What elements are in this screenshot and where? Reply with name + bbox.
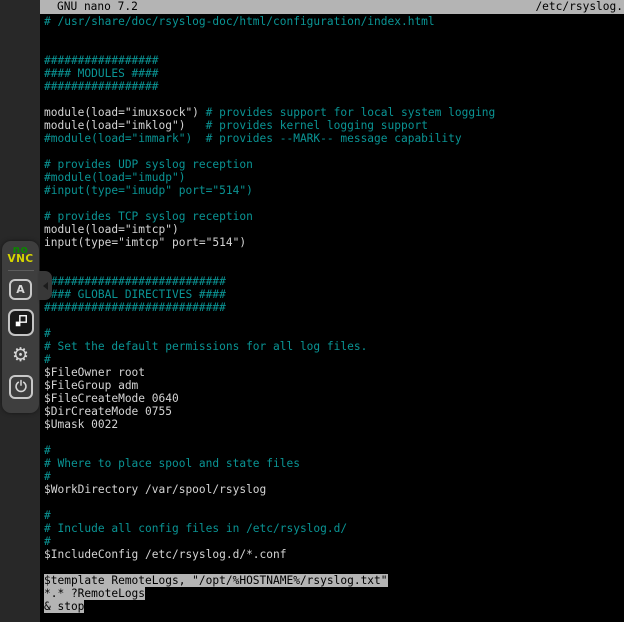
terminal-line	[44, 496, 624, 509]
terminal-line: input(type="imtcp" port="514")	[44, 236, 624, 249]
terminal-line: $Umask 0022	[44, 418, 624, 431]
novnc-logo: no VNC	[7, 246, 33, 264]
terminal-line	[44, 262, 624, 275]
terminal-line: #### GLOBAL DIRECTIVES ####	[44, 288, 624, 301]
terminal-line	[44, 431, 624, 444]
terminal-line: module(load="imtcp")	[44, 223, 624, 236]
terminal-line	[44, 41, 624, 54]
settings-button[interactable]: ⚙	[9, 343, 33, 368]
terminal-line: & stop	[44, 600, 624, 613]
terminal-line: # Set the default permissions for all lo…	[44, 340, 624, 353]
terminal-line: #################	[44, 54, 624, 67]
terminal-line: $FileGroup adm	[44, 379, 624, 392]
terminal-content[interactable]: # /usr/share/doc/rsyslog-doc/html/config…	[40, 14, 624, 613]
terminal-line	[44, 314, 624, 327]
terminal-line: # /usr/share/doc/rsyslog-doc/html/config…	[44, 15, 624, 28]
terminal-line: # Include all config files in /etc/rsysl…	[44, 522, 624, 535]
terminal-line: # Where to place spool and state files	[44, 457, 624, 470]
terminal-line: $FileOwner root	[44, 366, 624, 379]
nano-filename-label: /etc/rsyslog.	[535, 0, 623, 14]
chevron-left-icon	[43, 282, 48, 290]
nano-version-label: GNU nano 7.2	[57, 0, 138, 14]
gear-icon: ⚙	[12, 343, 29, 368]
terminal-line: ###########################	[44, 301, 624, 314]
terminal-line: #	[44, 444, 624, 457]
terminal-line: $FileCreateMode 0640	[44, 392, 624, 405]
terminal-line: module(load="imklog") # provides kernel …	[44, 119, 624, 132]
terminal-line: module(load="imuxsock") # provides suppo…	[44, 106, 624, 119]
keyboard-key-icon: A	[16, 283, 25, 296]
terminal-line	[44, 145, 624, 158]
terminal-line	[44, 561, 624, 574]
terminal-line: #module(load="imudp")	[44, 171, 624, 184]
terminal-line: #	[44, 327, 624, 340]
terminal-line	[44, 28, 624, 41]
keyboard-button[interactable]: A	[9, 279, 32, 300]
terminal-line: ###########################	[44, 275, 624, 288]
fullscreen-icon	[14, 314, 28, 331]
power-icon	[14, 379, 28, 396]
terminal-line: #################	[44, 80, 624, 93]
terminal-line: #	[44, 353, 624, 366]
terminal-line	[44, 197, 624, 210]
terminal-line	[44, 249, 624, 262]
terminal-window: GNU nano 7.2 /etc/rsyslog. # /usr/share/…	[40, 0, 624, 622]
terminal-line: $DirCreateMode 0755	[44, 405, 624, 418]
terminal-line: # provides UDP syslog reception	[44, 158, 624, 171]
panel-collapse-handle[interactable]	[39, 271, 52, 300]
terminal-line: $template RemoteLogs, "/opt/%HOSTNAME%/r…	[44, 574, 624, 587]
terminal-line	[44, 93, 624, 106]
novnc-logo-bottom: VNC	[7, 255, 33, 264]
nano-titlebar: GNU nano 7.2 /etc/rsyslog.	[40, 0, 624, 14]
terminal-line: *.* ?RemoteLogs	[44, 587, 624, 600]
terminal-line: #	[44, 535, 624, 548]
terminal-line: #	[44, 509, 624, 522]
terminal-line: #### MODULES ####	[44, 67, 624, 80]
terminal-line: #input(type="imudp" port="514")	[44, 184, 624, 197]
novnc-control-panel: no VNC A ⚙	[2, 241, 39, 413]
terminal-line: $WorkDirectory /var/spool/rsyslog	[44, 483, 624, 496]
terminal-line: $IncludeConfig /etc/rsyslog.d/*.conf	[44, 548, 624, 561]
fullscreen-button[interactable]	[8, 309, 34, 336]
panel-divider	[8, 270, 34, 271]
terminal-line: #	[44, 470, 624, 483]
power-button[interactable]	[9, 375, 33, 399]
terminal-line: #module(load="immark") # provides --MARK…	[44, 132, 624, 145]
terminal-line: # provides TCP syslog reception	[44, 210, 624, 223]
